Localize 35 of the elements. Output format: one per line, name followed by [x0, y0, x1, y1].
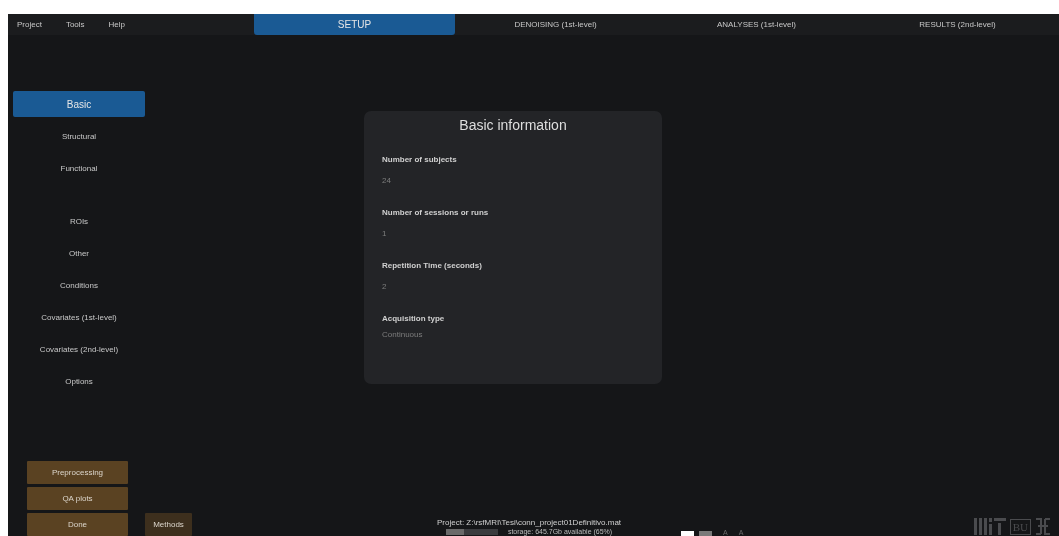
field-label: Number of subjects — [382, 155, 458, 164]
tab[interactable]: SETUP — [254, 14, 455, 35]
bars-logo-icon — [973, 518, 1006, 535]
sidebar-item[interactable]: Options — [13, 365, 145, 397]
emblem-logo-icon — [1035, 518, 1051, 535]
action-button[interactable]: Done — [27, 513, 128, 536]
theme-swatch[interactable] — [681, 531, 695, 536]
sidebar-item[interactable]: Conditions — [13, 269, 145, 301]
tab[interactable]: DENOISING (1st-level) — [455, 14, 656, 35]
menu-item[interactable]: Project — [17, 20, 42, 29]
field-label: Number of sessions or runs — [382, 208, 490, 217]
sidebar-item[interactable]: Other — [13, 237, 145, 269]
menu-item[interactable]: Help — [108, 20, 126, 29]
sidebar-item[interactable]: Covariates (1st-level) — [13, 301, 145, 333]
acquisition-dropdown[interactable]: Continuous — [382, 330, 423, 339]
action-button[interactable]: Preprocessing — [27, 461, 128, 484]
sidebar-item[interactable]: Basic — [13, 91, 145, 117]
project-path: Project: Z:\rsfMRI\Tesi\conn_project01Definitivo.mat — [437, 518, 622, 527]
field-value[interactable]: 2 — [382, 282, 387, 291]
tab[interactable]: ANALYSES (1st-level) — [656, 14, 857, 35]
sidebar-item[interactable]: Structural — [13, 120, 145, 152]
sidebar-item[interactable]: Functional — [13, 152, 145, 184]
theme-swatch[interactable] — [699, 531, 713, 536]
menu-item[interactable]: Tools — [65, 20, 85, 29]
methods-button[interactable]: Methods — [145, 513, 192, 536]
sidebar-item[interactable]: Covariates (2nd-level) — [13, 333, 145, 365]
card-title: Basic information — [458, 117, 568, 133]
field-label: Repetition Time (seconds) — [382, 261, 483, 270]
sidebar-item[interactable]: ROIs — [13, 205, 145, 237]
field-label: Acquisition type — [382, 314, 446, 323]
field-value[interactable]: 1 — [382, 229, 387, 238]
action-button[interactable]: QA plots — [27, 487, 128, 510]
storage-bar — [445, 528, 498, 535]
field-value[interactable]: 24 — [382, 176, 391, 185]
tab[interactable]: RESULTS (2nd-level) — [857, 14, 1058, 35]
